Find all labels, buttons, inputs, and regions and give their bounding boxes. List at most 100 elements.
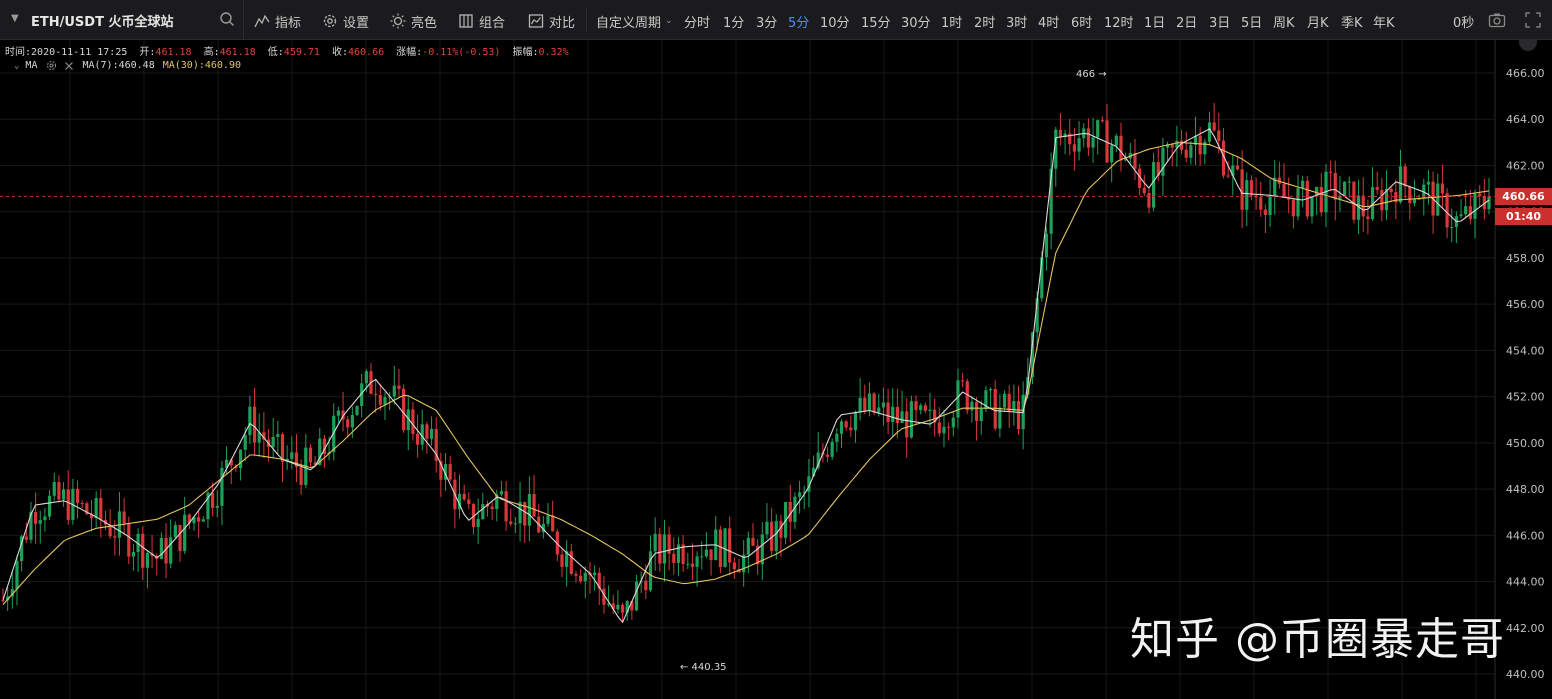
candle-body bbox=[527, 494, 531, 526]
candle-body bbox=[1426, 181, 1431, 185]
tab-period-14[interactable]: 2日 bbox=[1176, 12, 1197, 31]
candle-body bbox=[238, 449, 243, 469]
axis-scroll-button[interactable] bbox=[1519, 40, 1537, 51]
tab-period-18[interactable]: 月K bbox=[1307, 12, 1329, 31]
tab-period-7[interactable]: 1时 bbox=[941, 12, 962, 31]
tab-period-16[interactable]: 5日 bbox=[1241, 12, 1262, 31]
tab-period-12[interactable]: 12时 bbox=[1104, 12, 1134, 31]
candle-body bbox=[634, 581, 639, 611]
tab-period-0[interactable]: 分时 bbox=[684, 12, 710, 31]
candle-body bbox=[378, 395, 382, 405]
indicators-button[interactable]: 指标 bbox=[254, 11, 301, 31]
candle-body bbox=[886, 402, 890, 422]
candle-body bbox=[835, 433, 839, 442]
candle-body bbox=[700, 556, 704, 558]
candle-body bbox=[346, 419, 350, 428]
candle-body bbox=[499, 491, 504, 495]
candle-body bbox=[1412, 199, 1417, 204]
candle-body bbox=[583, 572, 587, 582]
close-icon[interactable] bbox=[64, 61, 74, 71]
y-tick-label: 466.00 bbox=[1506, 67, 1545, 80]
candle-body bbox=[476, 518, 480, 528]
candle-body bbox=[914, 401, 918, 411]
candle-body bbox=[1478, 193, 1482, 197]
candle-body bbox=[1091, 137, 1095, 148]
y-tick-label: 458.00 bbox=[1506, 252, 1545, 265]
ma30-value: MA(30):460.90 bbox=[162, 60, 241, 71]
tab-period-6[interactable]: 30分 bbox=[901, 12, 931, 31]
candle-body bbox=[1184, 149, 1188, 158]
candle-body bbox=[620, 604, 625, 613]
symbol-name[interactable]: ETH/USDT 火币全球站 bbox=[31, 11, 173, 30]
fullscreen-icon[interactable] bbox=[1524, 11, 1542, 29]
collapse-icon[interactable]: ⌄ bbox=[14, 61, 19, 71]
chevron-down-icon[interactable]: ▼ bbox=[11, 13, 19, 24]
candle-body bbox=[415, 433, 420, 445]
tab-period-1[interactable]: 1分 bbox=[723, 12, 744, 31]
y-tick-label: 440.00 bbox=[1506, 668, 1545, 681]
candle-body bbox=[877, 407, 881, 413]
candle-body bbox=[1296, 188, 1300, 217]
candle-body bbox=[746, 537, 750, 555]
candle-body bbox=[290, 452, 294, 459]
gear-icon[interactable] bbox=[46, 60, 57, 71]
candle-body bbox=[676, 544, 681, 563]
candle-body bbox=[1110, 145, 1114, 163]
tab-period-13[interactable]: 1日 bbox=[1144, 12, 1165, 31]
candle-body bbox=[1291, 199, 1295, 217]
candle-body bbox=[728, 528, 732, 563]
candle-body bbox=[1, 600, 5, 602]
candle-body bbox=[1072, 144, 1077, 152]
candle-body bbox=[215, 505, 219, 508]
candle-body bbox=[830, 441, 834, 457]
chevron-down-icon: ⌄ bbox=[665, 16, 673, 26]
candle-body bbox=[1473, 193, 1477, 219]
tab-period-10[interactable]: 4时 bbox=[1038, 12, 1059, 31]
candle-body bbox=[411, 409, 415, 434]
tab-period-2[interactable]: 3分 bbox=[756, 12, 777, 31]
ma7-line bbox=[2, 128, 1490, 624]
candle-body bbox=[509, 521, 513, 525]
custom-period-dropdown[interactable]: 自定义周期 ⌄ bbox=[596, 11, 673, 31]
tab-period-3[interactable]: 5分 bbox=[788, 12, 809, 31]
candle-body bbox=[1408, 186, 1412, 204]
combo-button[interactable]: 组合 bbox=[458, 11, 505, 31]
close-value: 460.66 bbox=[347, 47, 385, 58]
candle-body bbox=[579, 575, 583, 582]
candle-body bbox=[1487, 196, 1491, 210]
candle-body bbox=[644, 580, 648, 591]
tab-period-9[interactable]: 3时 bbox=[1006, 12, 1027, 31]
candle-body bbox=[1133, 153, 1137, 169]
search-icon[interactable] bbox=[219, 11, 235, 27]
candle-body bbox=[201, 519, 205, 522]
y-tick-label: 446.00 bbox=[1506, 529, 1545, 542]
candle-body bbox=[1161, 147, 1165, 176]
tab-period-5[interactable]: 15分 bbox=[861, 12, 891, 31]
change-value: -0.11%(-0.53) bbox=[422, 47, 501, 58]
candle-body bbox=[695, 556, 699, 567]
candlestick-chart[interactable]: 466.00464.00462.00460.00458.00456.00454.… bbox=[0, 40, 1552, 699]
tab-period-8[interactable]: 2时 bbox=[974, 12, 995, 31]
tab-period-15[interactable]: 3日 bbox=[1209, 12, 1230, 31]
high-marker: 466 → bbox=[1076, 69, 1107, 80]
settings-label: 设置 bbox=[343, 15, 370, 31]
high-label: 高: bbox=[203, 47, 220, 58]
tab-period-11[interactable]: 6时 bbox=[1071, 12, 1092, 31]
candle-body bbox=[374, 393, 378, 396]
candle-body bbox=[1235, 165, 1240, 170]
camera-icon[interactable] bbox=[1488, 11, 1506, 29]
candle-body bbox=[113, 536, 117, 538]
candle-body bbox=[1077, 138, 1081, 152]
candle-body bbox=[1310, 196, 1314, 217]
theme-button[interactable]: 亮色 bbox=[390, 11, 437, 31]
tab-period-17[interactable]: 周K bbox=[1273, 12, 1295, 31]
candle-body bbox=[392, 385, 396, 397]
tab-period-20[interactable]: 年K bbox=[1373, 12, 1395, 31]
tab-period-19[interactable]: 季K bbox=[1341, 12, 1363, 31]
symbol-selector[interactable]: ▼ ETH/USDT 火币全球站 bbox=[0, 0, 244, 40]
ma7-value: MA(7):460.48 bbox=[82, 60, 155, 71]
tab-period-4[interactable]: 10分 bbox=[820, 12, 850, 31]
compare-button[interactable]: 对比 bbox=[528, 11, 575, 31]
y-tick-label: 462.00 bbox=[1506, 159, 1545, 172]
settings-button[interactable]: 设置 bbox=[322, 11, 369, 31]
